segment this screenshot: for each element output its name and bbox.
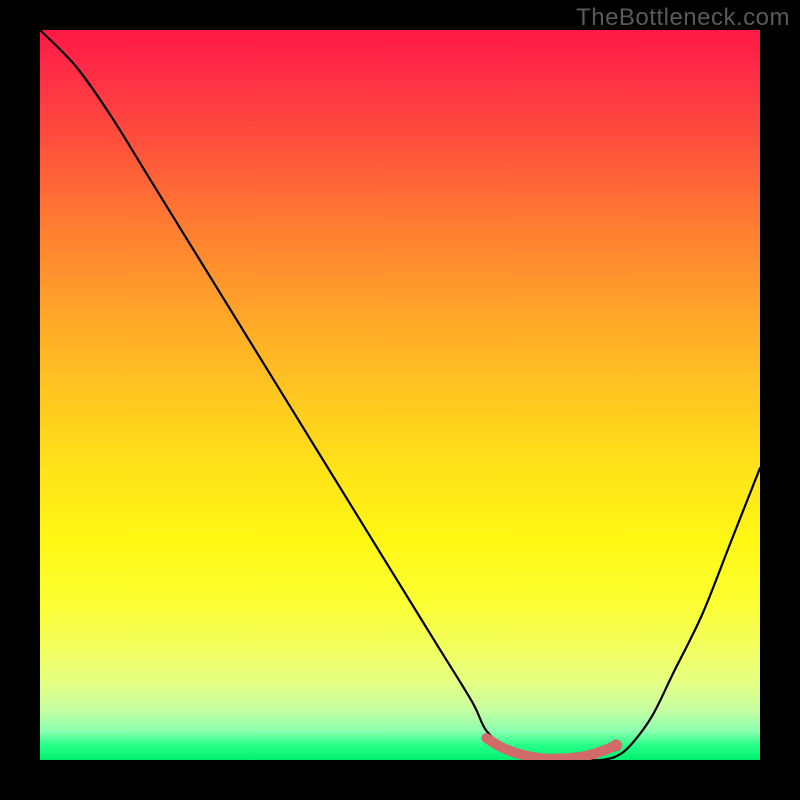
plot-area	[40, 30, 760, 760]
bottleneck-curve	[40, 30, 760, 760]
optimal-range-end-dot	[610, 739, 622, 751]
curve-svg	[40, 30, 760, 760]
chart-container: TheBottleneck.com	[0, 0, 800, 800]
watermark-text: TheBottleneck.com	[576, 4, 790, 32]
optimal-range-marker	[486, 738, 616, 759]
